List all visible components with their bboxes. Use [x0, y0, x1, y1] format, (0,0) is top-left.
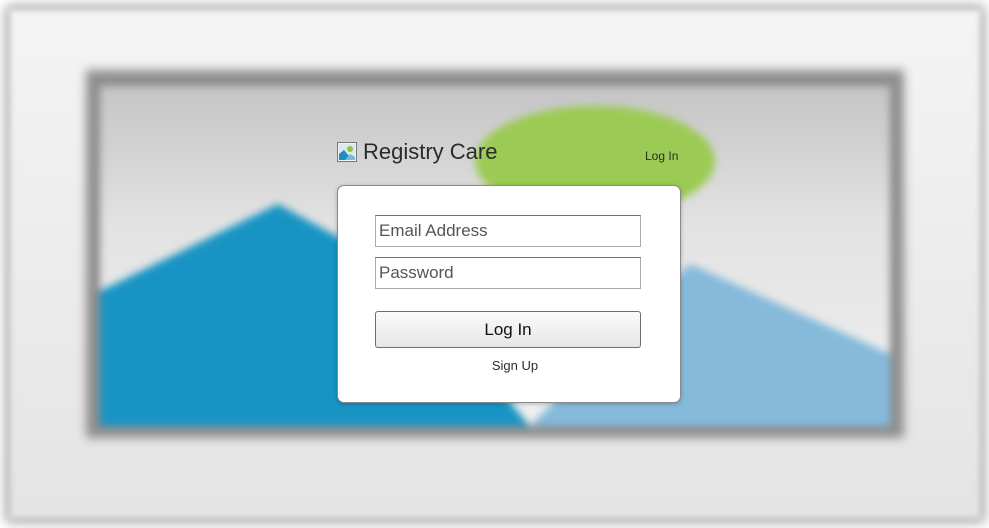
- image-icon: [337, 142, 357, 162]
- brand-name: Registry Care: [363, 139, 498, 164]
- login-button[interactable]: Log In: [375, 311, 641, 348]
- signup-link[interactable]: Sign Up: [338, 358, 692, 373]
- top-login-link[interactable]: Log In: [645, 149, 678, 163]
- brand: Registry Care: [337, 139, 497, 165]
- email-field[interactable]: [375, 215, 641, 247]
- login-panel: Log In Sign Up: [337, 185, 681, 403]
- password-field[interactable]: [375, 257, 641, 289]
